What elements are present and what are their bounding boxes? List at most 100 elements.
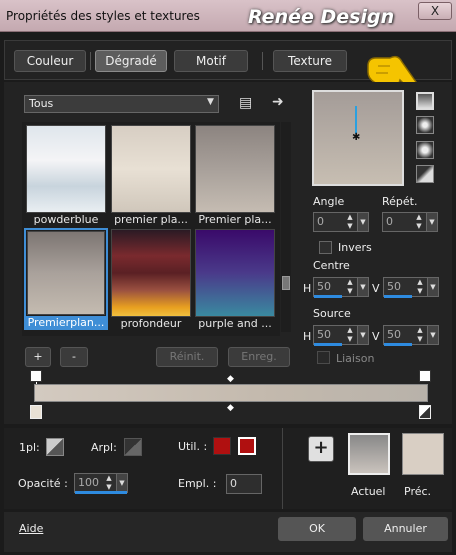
gradient-thumb-powderblue[interactable] [26,125,106,213]
user-color-swatch-2[interactable] [238,437,256,455]
center-h-slider[interactable] [314,295,342,298]
tab-motif[interactable]: Motif [174,50,248,72]
spin-arrows-icon[interactable]: ▲ ▼ [344,326,356,344]
tab-degrade[interactable]: Dégradé [95,50,167,72]
linear-gradient-style-button[interactable] [416,92,434,110]
opacity-slider[interactable] [75,491,127,494]
add-swatch-button[interactable]: + [308,436,334,462]
document-icon[interactable]: ▤ [239,95,252,111]
end-color-stop-bottom[interactable] [419,405,431,419]
source-v-label: V [372,330,380,343]
tab-separator [90,52,91,70]
divider [282,428,283,509]
center-v-slider[interactable] [384,295,412,298]
radial-gradient-style-button[interactable] [416,141,434,159]
midpoint-marker-top-icon[interactable]: ◆ [227,374,234,384]
center-v-spinner[interactable]: 50 ▲ ▼ ▼ [383,277,439,297]
link-checkbox[interactable] [317,351,330,364]
gradient-thumb-purple-and[interactable] [195,229,275,317]
gallery-scrollbar[interactable] [281,122,291,332]
end-color-stop-top[interactable] [419,370,431,382]
help-link[interactable]: Aide [19,522,43,535]
source-h-label: H [303,330,312,343]
gradient-thumb-premier-plan-2[interactable] [195,125,275,213]
first-plane-swatch[interactable] [46,438,64,456]
cancel-button[interactable]: Annuler [363,517,448,541]
first-plane-label: 1pl: [19,441,40,454]
user-color-swatch-1[interactable] [213,437,231,455]
remove-gradient-button[interactable]: - [60,347,88,367]
category-dropdown[interactable]: Tous [24,95,219,113]
location-label: Empl. : [178,477,217,490]
gradient-thumb-label: profondeur [120,317,182,330]
reset-button[interactable]: Réinit. [156,347,218,367]
chevron-down-icon[interactable]: ▼ [357,326,368,344]
spin-arrows-icon[interactable]: ▲ ▼ [414,326,426,344]
source-v-slider[interactable] [384,343,412,346]
angle-value: 0 [317,215,324,228]
angle-label: Angle [313,195,345,208]
start-color-stop-top[interactable] [30,370,42,382]
gradient-thumb-label: Premierplan... [26,316,106,329]
opacity-value: 100 [78,476,99,489]
repeat-value: 0 [386,215,393,228]
tab-couleur[interactable]: Couleur [14,50,86,72]
source-h-slider[interactable] [314,343,342,346]
spin-arrows-icon[interactable]: ▲ ▼ [344,213,356,231]
rectangular-gradient-style-button[interactable] [416,116,434,134]
close-button[interactable]: X [418,2,452,20]
gradient-thumb-label: Premier pla... [198,213,272,226]
brand-watermark: Renée Design [248,6,395,28]
location-value: 0 [230,477,237,490]
tab-texture[interactable]: Texture [273,50,347,72]
invert-label: Invers [338,241,372,254]
spin-arrows-icon[interactable]: ▲ ▼ [103,474,115,492]
save-button[interactable]: Enreg. [228,347,290,367]
sunburst-gradient-style-button[interactable] [416,165,434,183]
invert-checkbox[interactable] [319,241,332,254]
center-v-label: V [372,282,380,295]
previous-label: Préc. [404,485,432,498]
chevron-down-icon[interactable]: ▼ [357,213,368,231]
midpoint-marker-bottom-icon[interactable]: ◆ [227,403,234,413]
repeat-spinner[interactable]: 0 ▲ ▼ ▼ [382,212,438,232]
gradient-thumb-premier-plan-1[interactable] [111,125,191,213]
center-h-spinner[interactable]: 50 ▲ ▼ ▼ [313,277,369,297]
center-marker-icon[interactable]: ✱ [352,132,360,143]
opacity-spinner[interactable]: 100 ▲ ▼ ▼ [74,473,128,493]
previous-swatch[interactable] [402,433,444,475]
source-v-spinner[interactable]: 50 ▲ ▼ ▼ [383,325,439,345]
center-h-label: H [303,282,312,295]
start-color-stop-bottom[interactable] [30,405,42,419]
window-title: Propriétés des styles et textures [6,9,200,23]
chevron-down-icon[interactable]: ▼ [427,278,438,296]
background-plane-label: Arpl: [91,441,117,454]
user-label: Util. : [178,440,208,453]
source-h-value: 50 [317,328,331,341]
scrollbar-thumb[interactable] [282,276,290,290]
chevron-down-icon[interactable]: ▼ [116,474,127,492]
chevron-down-icon[interactable]: ▼ [357,278,368,296]
spin-arrows-icon[interactable]: ▲ ▼ [414,278,426,296]
center-h-value: 50 [317,280,331,293]
source-h-spinner[interactable]: 50 ▲ ▼ ▼ [313,325,369,345]
tab-separator [262,52,263,70]
gradient-bar[interactable] [34,384,428,402]
spin-arrows-icon[interactable]: ▲ ▼ [413,213,425,231]
gradient-thumb-profondeur[interactable] [111,229,191,317]
chevron-down-icon[interactable]: ▼ [427,326,438,344]
opacity-label: Opacité : [18,477,68,490]
angle-spinner[interactable]: 0 ▲ ▼ ▼ [313,212,369,232]
ok-button[interactable]: OK [278,517,356,541]
source-label: Source [313,307,351,320]
background-plane-swatch[interactable] [124,438,142,456]
chevron-down-icon[interactable]: ▼ [426,213,437,231]
gradient-thumb-premierplan-selected[interactable] [27,231,105,315]
spin-arrows-icon[interactable]: ▲ ▼ [344,278,356,296]
arrow-right-icon[interactable]: ➜ [272,94,284,110]
center-v-value: 50 [387,280,401,293]
add-gradient-button[interactable]: + [25,347,51,367]
location-input[interactable]: 0 [226,474,262,494]
repeat-label: Répét. [382,195,418,208]
current-swatch[interactable] [348,433,390,475]
